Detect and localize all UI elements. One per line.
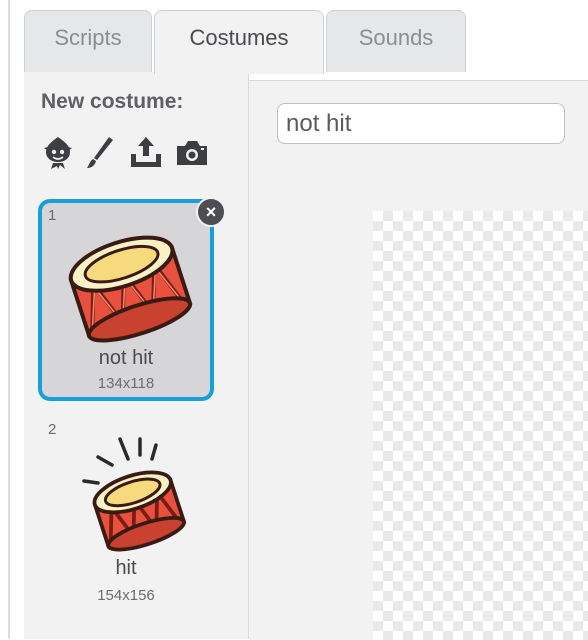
upload-icon[interactable] bbox=[128, 134, 164, 170]
costume-name-input[interactable] bbox=[277, 103, 565, 144]
sprite-library-icon[interactable] bbox=[40, 134, 76, 170]
costume-size-label: 154x156 bbox=[97, 587, 155, 604]
costume-list-panel: New costume: 1 not hit 134x118 × 2 hit 1… bbox=[24, 72, 249, 639]
costume-name-label: not hit bbox=[98, 347, 154, 369]
new-costume-label: New costume: bbox=[41, 90, 184, 113]
costume-size-label: 134x118 bbox=[97, 375, 155, 392]
camera-icon[interactable] bbox=[174, 134, 210, 170]
costume-name-label: hit bbox=[115, 557, 137, 579]
costume-number: 2 bbox=[48, 421, 57, 438]
costume-item-hit[interactable]: 2 hit 154x156 bbox=[38, 417, 214, 617]
drum-thumbnail bbox=[62, 225, 196, 343]
tab-sounds[interactable]: Sounds bbox=[326, 10, 466, 72]
paint-canvas[interactable] bbox=[373, 211, 588, 640]
paintbrush-icon[interactable] bbox=[82, 134, 118, 170]
costume-number: 1 bbox=[48, 207, 57, 224]
tab-scripts[interactable]: Scripts bbox=[24, 10, 152, 72]
panel-divider bbox=[8, 0, 10, 639]
costume-item-not-hit[interactable]: 1 not hit 134x118 × bbox=[38, 197, 226, 401]
delete-costume-icon[interactable]: × bbox=[196, 197, 226, 227]
tab-costumes[interactable]: Costumes bbox=[154, 10, 324, 74]
costume-editor bbox=[249, 80, 588, 640]
drum-hit-thumbnail bbox=[58, 433, 192, 559]
